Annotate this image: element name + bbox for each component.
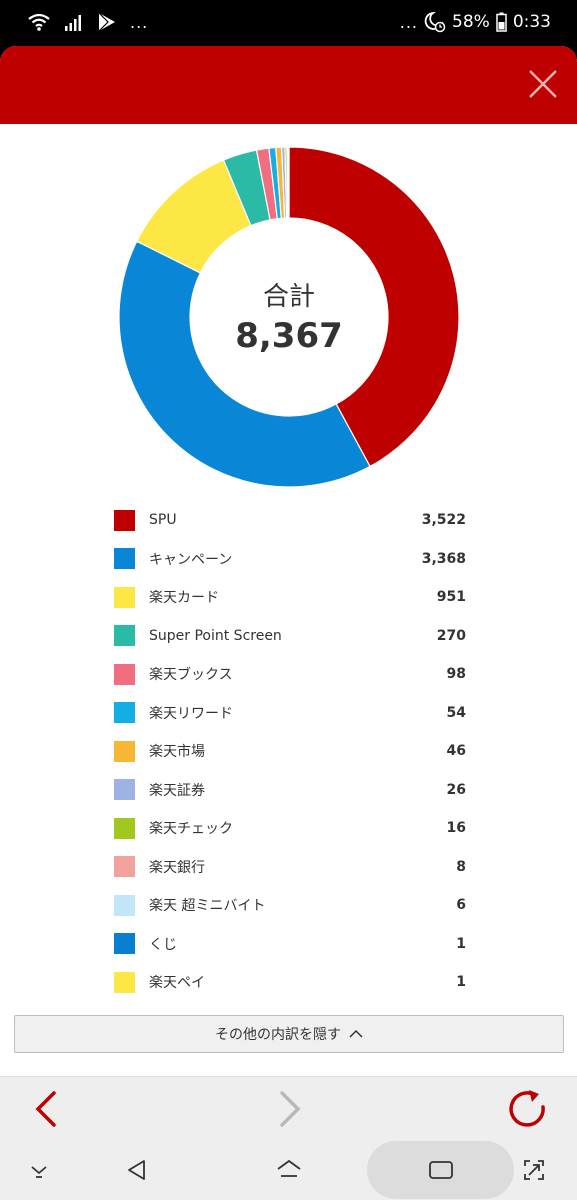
legend-label: 楽天カード (149, 590, 219, 607)
battery-percent: 58% (452, 12, 490, 32)
legend-label: Super Point Screen (149, 627, 282, 644)
legend-label: 楽天チェック (149, 821, 233, 838)
legend-value: 16 (446, 820, 466, 837)
system-nav-bar (0, 1140, 577, 1200)
legend-row: キャンペーン 3,368 (114, 540, 466, 579)
hide-breakdown-label: その他の内訳を隠す (215, 1027, 341, 1043)
legend-swatch (114, 894, 135, 916)
legend-label: 楽天銀行 (149, 859, 205, 876)
signal-icon (65, 15, 81, 31)
play-store-icon (98, 12, 115, 32)
legend-value: 951 (436, 589, 466, 606)
close-icon[interactable] (527, 68, 559, 100)
legend-label: SPU (149, 512, 177, 529)
reload-icon[interactable] (508, 1089, 548, 1129)
legend-row: 楽天銀行 8 (114, 848, 466, 887)
legend-value: 1 (456, 974, 466, 991)
legend-swatch (114, 856, 135, 878)
legend-swatch (114, 779, 135, 801)
nav-home-icon[interactable] (276, 1157, 302, 1183)
forward-arrow-icon[interactable] (268, 1089, 308, 1129)
legend-swatch (114, 740, 135, 762)
legend-label: 楽天市場 (149, 744, 205, 761)
legend-value: 46 (446, 743, 466, 760)
nav-recents-icon[interactable] (428, 1157, 454, 1183)
legend-label: 楽天証券 (149, 782, 205, 799)
nav-down-icon[interactable] (26, 1157, 52, 1183)
legend-row: 楽天ブックス 98 (114, 655, 466, 694)
legend-swatch (114, 548, 135, 570)
status-dots-right: ... (399, 12, 419, 32)
chart-title: 合計 (262, 282, 315, 312)
legend-row: 楽天カード 951 (114, 578, 466, 617)
status-time: 0:33 (512, 12, 551, 32)
legend-row: 楽天チェック 16 (114, 809, 466, 848)
legend-label: 楽天リワード (149, 705, 233, 722)
legend-label: 楽天 超ミニバイト (149, 898, 266, 915)
status-left: ... (28, 12, 148, 32)
legend-label: 楽天ブックス (149, 667, 233, 684)
status-right: ... 58% 0:33 (400, 11, 551, 33)
sheet-header (0, 46, 577, 124)
points-breakdown-sheet: 合計 8,367 SPU 3,522 キャンペーン 3,368 楽天カード 951 Supe… (0, 46, 577, 1076)
battery-icon (496, 12, 507, 32)
browser-toolbar (0, 1076, 577, 1140)
legend-swatch (114, 971, 135, 993)
legend-swatch (114, 817, 135, 839)
legend-value: 3,522 (421, 512, 466, 529)
legend-value: 26 (446, 781, 466, 798)
legend-swatch (114, 625, 135, 647)
legend-swatch (114, 509, 135, 531)
legend-swatch (114, 933, 135, 955)
status-bar: ... ... 58% 0:33 (0, 0, 577, 46)
donut-chart: 合計 8,367 (118, 146, 460, 488)
legend-value: 1 (456, 935, 466, 952)
legend-swatch (114, 663, 135, 685)
legend-row: 楽天リワード 54 (114, 694, 466, 733)
status-dots-left: ... (130, 12, 149, 32)
legend-row: SPU 3,522 (114, 501, 466, 540)
legend-value: 8 (456, 858, 466, 875)
legend-label: キャンペーン (149, 551, 233, 568)
wifi-icon (28, 13, 50, 31)
legend-row: 楽天市場 46 (114, 732, 466, 771)
hide-breakdown-button[interactable]: その他の内訳を隠す (14, 1015, 564, 1053)
legend-row: くじ 1 (114, 925, 466, 964)
back-arrow-icon[interactable] (28, 1089, 68, 1129)
chart-total: 8,367 (235, 316, 343, 356)
legend-swatch (114, 702, 135, 724)
chevron-up-icon (349, 1029, 363, 1038)
legend-value: 98 (446, 666, 466, 683)
legend-row: Super Point Screen 270 (114, 617, 466, 656)
legend-value: 54 (446, 704, 466, 721)
legend-row: 楽天ペイ 1 (114, 963, 466, 1002)
legend-label: くじ (149, 936, 177, 953)
legend-value: 6 (456, 897, 466, 914)
legend-value: 270 (436, 627, 466, 644)
alarm-moon-icon (424, 11, 446, 33)
legend-label: 楽天ペイ (149, 975, 205, 992)
legend-row: 楽天 超ミニバイト 6 (114, 886, 466, 925)
chart-legend: SPU 3,522 キャンペーン 3,368 楽天カード 951 Super Point S… (114, 501, 466, 1002)
nav-expand-icon[interactable] (521, 1157, 547, 1183)
nav-back-icon[interactable] (124, 1157, 150, 1183)
legend-swatch (114, 586, 135, 608)
legend-value: 3,368 (421, 550, 466, 567)
legend-row: 楽天証券 26 (114, 771, 466, 810)
